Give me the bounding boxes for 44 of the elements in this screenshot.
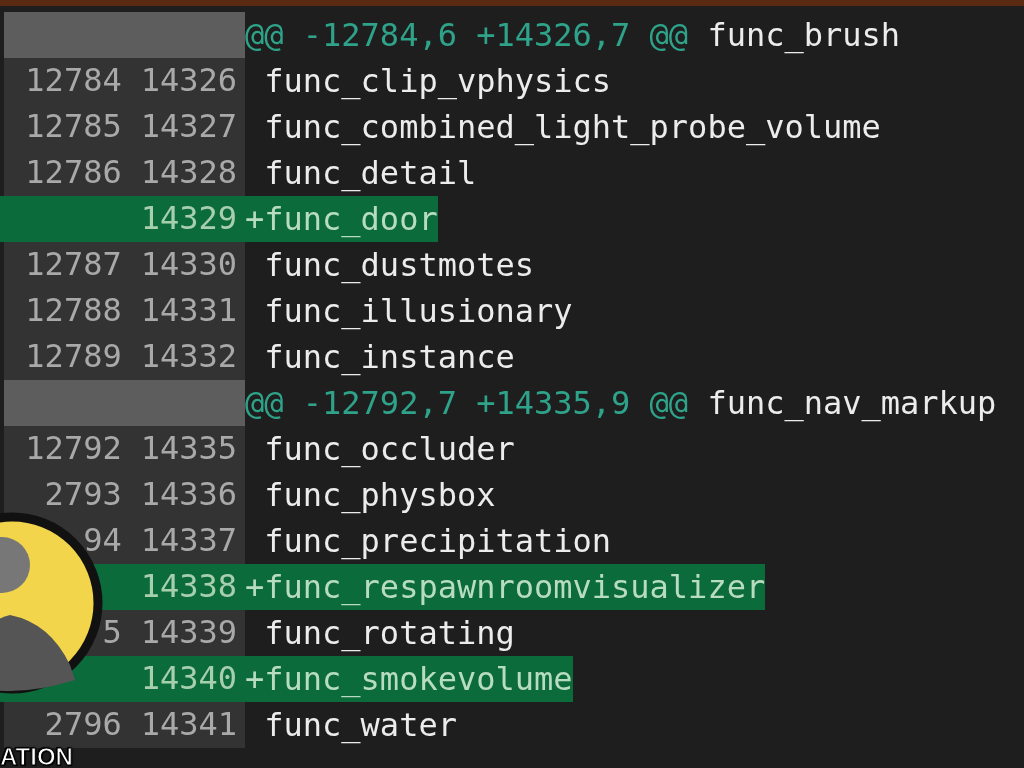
code-text: func_physbox (263, 475, 496, 516)
line-number: 12788 (25, 293, 122, 329)
code-text: func_water (263, 705, 457, 746)
line-number: 14340 (140, 661, 237, 697)
code-text: func_clip_vphysics (263, 61, 612, 102)
line-number: 12787 (25, 247, 122, 283)
line-number: 14339 (140, 615, 237, 651)
line-number: 14331 (140, 293, 237, 329)
line-number: 12784 (25, 63, 122, 99)
line-number: 2796 (43, 707, 122, 743)
line-number: 94 (82, 523, 122, 559)
overlay-caption: ATION (0, 745, 73, 768)
line-number: 14341 (140, 707, 237, 743)
code-text: func_rotating (263, 613, 515, 654)
hunk-range: @@ -12792,7 +14335,9 @@ (245, 384, 689, 422)
line-number: 14326 (140, 63, 237, 99)
code-text: +func_door (245, 199, 438, 240)
line-number: 14335 (140, 431, 237, 467)
line-number: 12786 (25, 155, 122, 191)
code-text: func_illusionary (263, 291, 573, 332)
line-number: 14336 (140, 477, 237, 513)
code-text: func_instance (263, 337, 515, 378)
hunk-range: @@ -12784,6 +14326,7 @@ (245, 16, 689, 54)
code-text: func_detail (263, 153, 477, 194)
code-text: +func_smokevolume (245, 659, 573, 700)
line-number: 12785 (25, 109, 122, 145)
line-number: 14332 (140, 339, 237, 375)
line-number: 14337 (140, 523, 237, 559)
hunk-function: func_nav_markup (707, 384, 997, 422)
code-text: func_dustmotes (263, 245, 534, 286)
code-text: func_combined_light_probe_volume (263, 107, 881, 148)
line-number: 14327 (140, 109, 237, 145)
line-number: 14330 (140, 247, 237, 283)
hunk-function: func_brush (707, 16, 901, 54)
line-number: 14338 (140, 569, 237, 605)
code-text: func_precipitation (263, 521, 612, 562)
line-number: 5 (101, 615, 122, 651)
code-text: +func_respawnroomvisualizer (245, 567, 766, 608)
line-number: 12789 (25, 339, 122, 375)
line-number: 14328 (140, 155, 237, 191)
line-number: 2793 (43, 477, 122, 513)
code-text: func_occluder (263, 429, 515, 470)
line-number: 14329 (140, 201, 237, 237)
line-number: 12792 (25, 431, 122, 467)
